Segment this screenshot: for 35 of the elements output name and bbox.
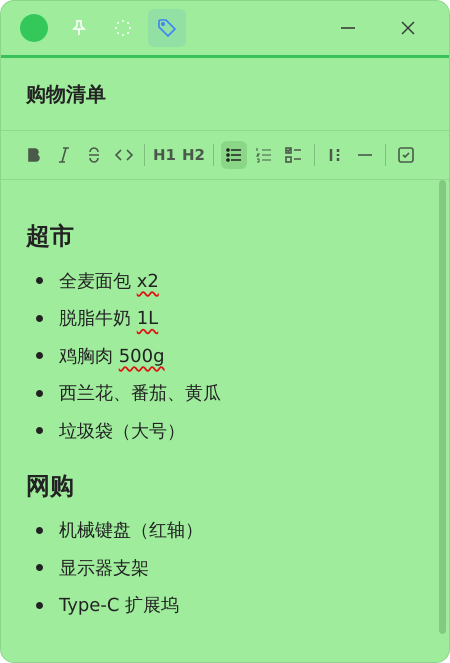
- bullet-icon: [36, 352, 43, 360]
- list-item: 垃圾袋（大号）: [59, 420, 185, 443]
- list-item: 机械键盘（红轴）: [59, 519, 203, 542]
- rule-icon: [356, 154, 374, 156]
- bullet-icon: [36, 427, 43, 434]
- square-tick-icon: [397, 146, 415, 164]
- pin-icon: [70, 19, 88, 37]
- list-item: 全麦面包 x2: [59, 270, 159, 293]
- bullet-icon: [36, 602, 43, 609]
- scrollbar[interactable]: [439, 180, 446, 634]
- task-icon: [285, 146, 303, 164]
- bullet-icon: [225, 146, 243, 164]
- bullet-icon: [36, 277, 43, 284]
- list-item: 西兰花、番茄、黄瓜: [59, 382, 221, 406]
- tag-icon: [157, 18, 177, 38]
- note-title[interactable]: 购物清单: [1, 58, 449, 131]
- bullet-icon: [36, 526, 43, 534]
- list-item: Type-C 扩展坞: [59, 594, 180, 618]
- color-dot[interactable]: [20, 14, 48, 42]
- heading-button[interactable]: H2: [181, 141, 206, 169]
- bullet-icon: [36, 390, 43, 397]
- close-icon: [400, 20, 416, 36]
- bullet-icon: [36, 564, 43, 572]
- list-item: 显示器支架: [59, 556, 149, 580]
- heading-button[interactable]: H1: [152, 141, 177, 169]
- ordered-icon: [255, 146, 273, 164]
- bullet-icon: [36, 314, 43, 322]
- section-heading: 超市: [26, 221, 75, 252]
- tag-button[interactable]: [148, 9, 186, 47]
- list-item: 脱脂牛奶 1L: [59, 307, 158, 330]
- list-item: 鸡胸肉 500g: [59, 344, 165, 368]
- section-heading: 网购: [26, 470, 75, 502]
- bullet-button[interactable]: [221, 141, 247, 169]
- dotted-circle-icon: [114, 19, 132, 37]
- minimize-icon: [340, 27, 356, 29]
